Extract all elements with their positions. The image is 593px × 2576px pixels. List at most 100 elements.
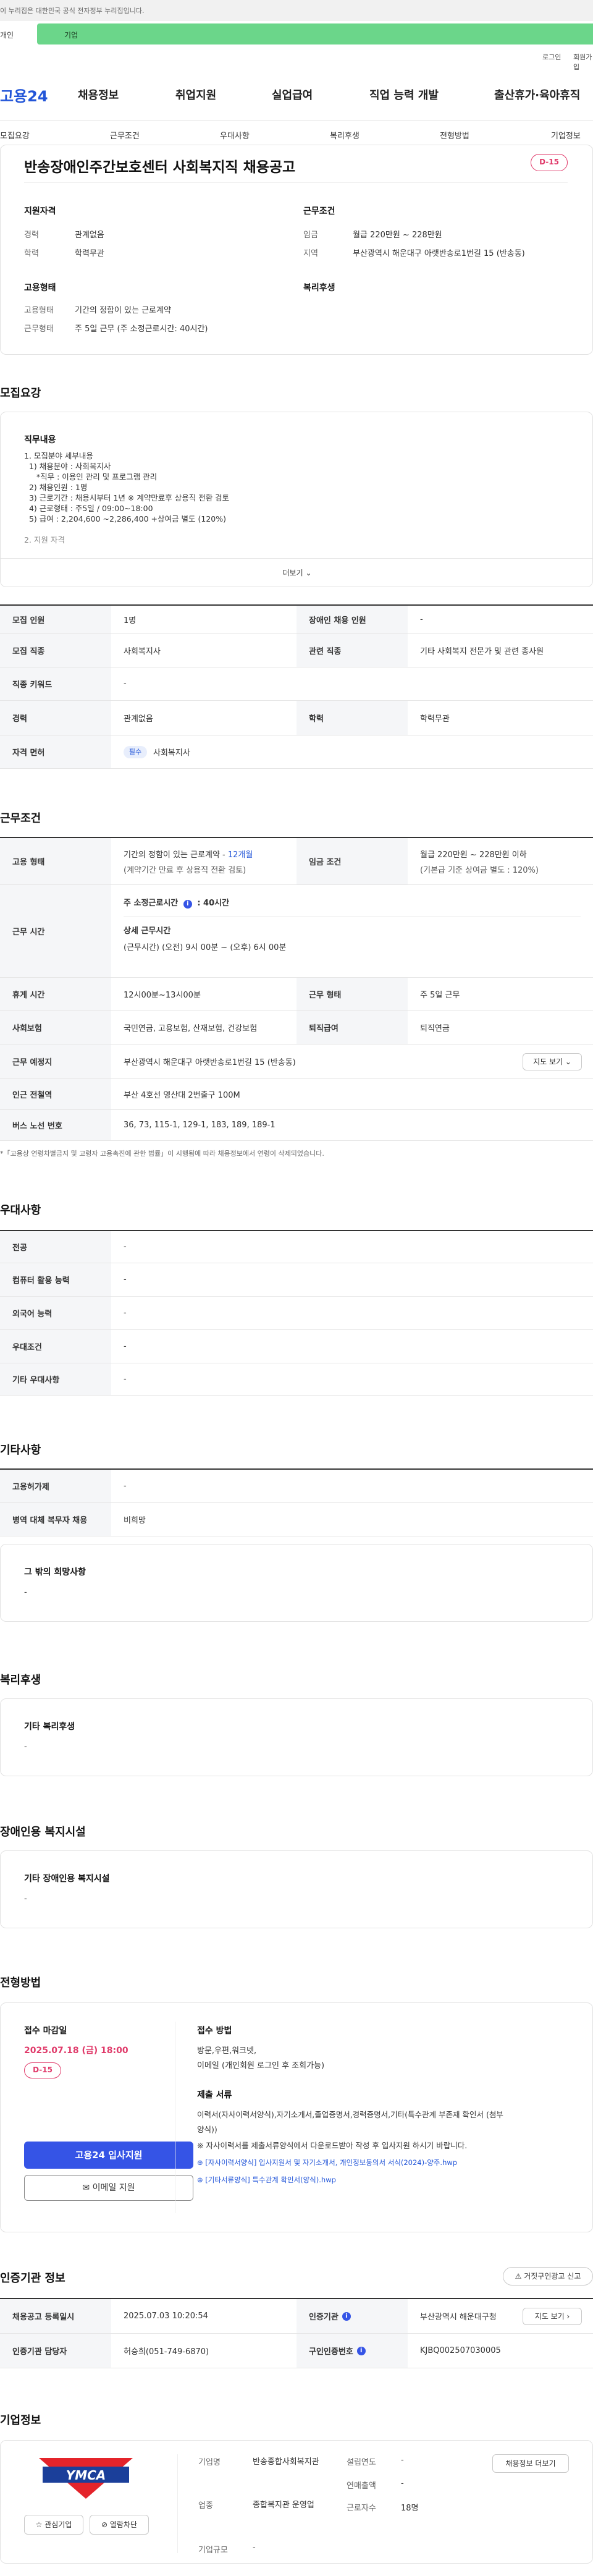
auth-value: KJBQ002507030005 (420, 2346, 501, 2355)
emp-title: 고용형태 (24, 283, 56, 293)
industry-value: 종합복지관 운영업 (253, 2501, 314, 2510)
edu-row-value: 학력무관 (420, 714, 450, 724)
email-apply-label: 이메일 지원 (92, 2183, 135, 2193)
gnb-item-jobs[interactable]: 채용정보 (78, 87, 119, 103)
license-label: 자격 면허 (0, 735, 111, 768)
method-line-1: 이메일 (개인회원 로그인 후 조회가능) (197, 2061, 325, 2070)
signup-link[interactable]: 회원가입 (573, 52, 593, 72)
gnb-item-employment-support[interactable]: 취업지원 (175, 87, 216, 103)
agency-map-button[interactable]: 지도 보기 › (523, 2308, 582, 2325)
prefer-label: 전공 (0, 1231, 111, 1263)
map-button[interactable]: 지도 보기 ⌄ (523, 1053, 582, 1070)
job-title: 반송장애인주간보호센터 사회복지직 채용공고 (24, 159, 296, 176)
place-value: 부산광역시 해운대구 아랫반송로1번길 15 (반송동) (124, 1058, 296, 1067)
docs-title: 제출 서류 (197, 2090, 232, 2100)
prefer-label: 컴퓨터 활용 능력 (0, 1263, 111, 1296)
all-jobs-button[interactable]: 채용정보 더보기 (492, 2454, 569, 2473)
emptype-row-value: 기간의 정함이 있는 근로계약 - (124, 850, 225, 860)
related-job-label: 관련 직종 (296, 634, 408, 667)
logo-text: YMCA (65, 2468, 106, 2483)
duty-line-3: 2) 채용인원 : 1명 (24, 483, 88, 492)
site-logo[interactable]: 고용24 (0, 84, 48, 106)
reg-label: 채용공고 등록일시 (0, 2299, 111, 2333)
career-value: 관계없음 (75, 231, 104, 240)
gov-notice-text: 이 누리집은 대한민국 공식 전자정부 누리집입니다. (0, 7, 145, 15)
prefer-label: 기타 우대사항 (0, 1363, 111, 1395)
chevron-right-icon: › (566, 2312, 570, 2321)
table-row: 사회보험 국민연금, 고용보험, 산재보험, 건강보험 퇴직급여 퇴직연금 (0, 1011, 593, 1044)
break-label: 휴게 시간 (0, 978, 111, 1010)
more-button[interactable]: 더보기 ⌄ (1, 558, 592, 587)
license-cell: 필수 사회복지사 (111, 735, 593, 768)
etc-label: 병역 대체 복무자 채용 (0, 1503, 111, 1536)
reg-value: 2025.07.03 10:20:54 (124, 2311, 208, 2321)
favorite-company-button[interactable]: ☆ 관심기업 (24, 2515, 83, 2535)
table-row: 모집 직종 사회복지사 관련 직종 기타 사회복지 전문가 및 관련 종사원 (0, 634, 593, 667)
table-row: 근무 시간 주 소정근로시간 i : 40시간 상세 근무시간 (근무시간) (… (0, 885, 593, 978)
gnb-item-skills-development[interactable]: 직업 능력 개발 (369, 87, 439, 103)
wage-row-value: 월급 220만원 ~ 228만원 이하 (420, 850, 527, 860)
table-row: 버스 노선 번호 36, 73, 115-1, 129-1, 183, 189,… (0, 1110, 593, 1141)
company-section-title: 기업정보 (0, 2414, 41, 2427)
emptype-label: 고용형태 (24, 306, 54, 315)
emptype-line: 기간의 정함이 있는 근로계약 - 12개월 (124, 848, 253, 860)
star-icon: ☆ (35, 2520, 43, 2529)
disabled-count-value: - (420, 615, 423, 624)
etc-section-title: 기타사항 (0, 1444, 41, 1457)
divider (124, 916, 581, 917)
scale-label: 기업규모 (198, 2546, 228, 2555)
table-row: 모집 인원 1명 장애인 채용 인원 - (0, 606, 593, 634)
job-label: 모집 직종 (0, 634, 111, 667)
required-tag: 필수 (124, 745, 147, 758)
block-company-button[interactable]: ⊘ 열람차단 (90, 2515, 149, 2535)
info-icon[interactable]: i (183, 900, 192, 909)
job-summary-card: 반송장애인주간보호센터 사회복지직 채용공고 D-15 지원자격 경력 관계없음… (0, 145, 593, 355)
anchor-apply[interactable]: 전형방법 (440, 129, 469, 141)
age-footnote: *「고용상 연령차별금지 및 고령자 고용촉진에 관한 법률」이 시행됨에 따라… (0, 1150, 324, 1158)
anchor-recruit[interactable]: 모집요강 (0, 129, 30, 141)
subway-label: 인근 전철역 (0, 1079, 111, 1109)
facility-section-title: 장애인용 복지시설 (0, 1826, 86, 1839)
table-row: 전공 - (0, 1231, 593, 1263)
gnb-item-parental-leave[interactable]: 출산휴가·육아휴직 (494, 87, 580, 103)
tab-personal[interactable]: 개인 (0, 23, 37, 44)
employees-label: 근로자수 (347, 2504, 376, 2513)
attachment-link-other[interactable]: ⊕ [기타서류양식] 특수관계 확인서(양식).hwp (197, 2175, 336, 2185)
count-value: 1명 (124, 616, 137, 625)
welfare-box-title: 기타 복리후생 (24, 1722, 75, 1732)
info-icon[interactable]: i (356, 2346, 366, 2355)
anchor-welfare[interactable]: 복리후생 (330, 129, 360, 141)
industry-label: 업종 (198, 2501, 213, 2510)
detail-hours-title: 상세 근무시간 (124, 926, 171, 936)
keyword-value: - (124, 679, 127, 688)
table-row: 자격 면허 필수 사회복지사 (0, 735, 593, 769)
anchor-work[interactable]: 근무조건 (110, 129, 140, 141)
manager-label: 인증기관 담당자 (0, 2334, 111, 2368)
work-table: 고용 형태 기간의 정함이 있는 근로계약 - 12개월 (계약기간 만료 후 … (0, 837, 593, 1141)
form-value: 주 5일 근무 (420, 991, 460, 1000)
worktype-value: 주 5일 근무 (주 소정근로시간: 40시간) (75, 324, 208, 334)
table-row: 인증기관 담당자 허승희(051-749-6870) 구인인증번호 i KJBQ… (0, 2334, 593, 2368)
attachment-link-resume[interactable]: ⊕ [자사이력서양식] 입사지원서 및 자기소개서, 개인정보동의서 서식(20… (197, 2158, 457, 2167)
job-value: 사회복지사 (124, 647, 161, 656)
other-wish-card: 그 밖의 희망사항 - (0, 1544, 593, 1622)
apply-button[interactable]: 고용24 입사지원 (24, 2142, 193, 2169)
edu-row-label: 학력 (296, 701, 408, 735)
table-row: 고용허가제 - (0, 1470, 593, 1503)
email-apply-button[interactable]: ✉ 이메일 지원 (24, 2175, 193, 2201)
info-icon[interactable]: i (342, 2311, 351, 2321)
duty-line-6: 5) 급여 : 2,204,600 ~2,286,400 +상여금 별도 (12… (24, 514, 226, 523)
year-label: 설립연도 (347, 2458, 376, 2467)
prefer-section-title: 우대사항 (0, 1204, 41, 1217)
anchor-company[interactable]: 기업정보 (551, 129, 581, 141)
report-fake-ad-button[interactable]: ⚠ 거짓구인광고 신고 (503, 2267, 593, 2286)
tab-business[interactable]: 기업 (37, 23, 593, 44)
more-label: 더보기 (282, 569, 303, 577)
auth-label-text: 구인인증번호 (309, 2347, 353, 2357)
region-value: 부산광역시 해운대구 아랫반송로1번길 15 (반송동) (353, 249, 525, 258)
anchor-prefer[interactable]: 우대사항 (220, 129, 250, 141)
subway-value: 부산 4호선 영산대 2번출구 100M (124, 1091, 240, 1100)
gnb-item-unemployment-benefit[interactable]: 실업급여 (272, 87, 313, 103)
welfare-box-value: - (24, 1742, 27, 1752)
login-link[interactable]: 로그인 (542, 52, 561, 62)
